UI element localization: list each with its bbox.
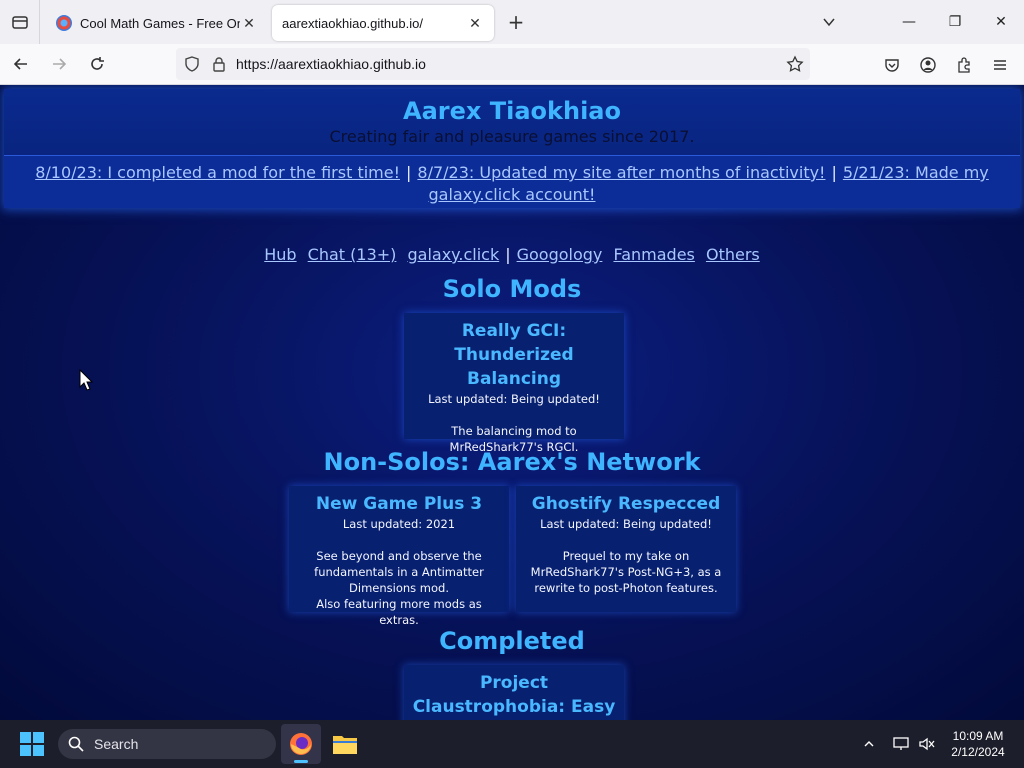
link-separator: |	[505, 245, 511, 264]
tab-cool-math-games[interactable]: Cool Math Games - Free Online ✕	[46, 5, 268, 41]
tab-aarex[interactable]: aarextiaokhiao.github.io/ ✕	[272, 5, 494, 41]
forward-arrow-icon	[53, 58, 67, 70]
close-tab-icon[interactable]: ✕	[466, 14, 484, 32]
link-fanmades[interactable]: Fanmades	[613, 245, 694, 264]
back-arrow-icon	[13, 58, 27, 70]
news-separator: |	[406, 163, 412, 182]
search-placeholder: Search	[94, 736, 139, 752]
search-icon	[68, 736, 84, 752]
pocket-icon[interactable]	[874, 44, 910, 85]
folder-icon	[333, 736, 357, 754]
card-title: New Game Plus 3	[315, 494, 483, 514]
mod-card-new-game-plus-3[interactable]: New Game Plus 3 Last updated: 2021 See b…	[289, 486, 509, 627]
news-link-site-updated[interactable]: 8/7/23: Updated my site after months of …	[417, 163, 825, 182]
section-title-solo-mods: Solo Mods	[442, 275, 582, 303]
card-last-updated: Last updated: Being updated!	[540, 517, 712, 531]
card-title: Project Claustrophobia: Easy Mode	[412, 673, 616, 717]
card-description: See beyond and observe the fundamentals …	[314, 549, 484, 595]
link-googology[interactable]: Googology	[517, 245, 603, 264]
card-last-updated: Last updated: Being updated!	[428, 392, 600, 406]
show-hidden-icons-chevron-icon[interactable]	[858, 720, 880, 768]
menu-hamburger-icon[interactable]	[982, 44, 1018, 85]
link-others[interactable]: Others	[706, 245, 760, 264]
back-button[interactable]	[4, 47, 38, 81]
cool-math-favicon-icon	[56, 15, 72, 31]
clock-date: 2/12/2024	[951, 745, 1005, 759]
firefox-icon	[290, 733, 312, 755]
minimize-button[interactable]: —	[886, 0, 932, 44]
extensions-icon[interactable]	[946, 44, 982, 85]
firefox-taskbar-button[interactable]	[281, 724, 321, 764]
site-nav-links: Hub Chat (13+) galaxy.click | Googology Fa…	[0, 245, 1024, 264]
link-hub[interactable]: Hub	[264, 245, 296, 264]
close-window-button[interactable]: ✕	[978, 0, 1024, 44]
page-viewport: Aarex Tiaokhiao Creating fair and pleasu…	[0, 85, 1024, 720]
tab-list-button[interactable]	[0, 0, 40, 44]
taskbar-search[interactable]: Search	[58, 729, 276, 759]
windows-taskbar: Search 10:09 AM 2/12/2024	[0, 720, 1024, 768]
card-description: Prequel to my take on MrRedShark77's Pos…	[530, 549, 722, 595]
volume-muted-icon[interactable]	[916, 720, 938, 768]
link-galaxy-click[interactable]: galaxy.click	[408, 245, 500, 264]
card-description-extra: Also featuring more mods as extras.	[316, 597, 482, 627]
mouse-cursor-icon	[79, 369, 93, 391]
system-clock[interactable]: 10:09 AM 2/12/2024	[938, 728, 1018, 760]
tab-title: Cool Math Games - Free Online	[80, 15, 240, 31]
card-title: Ghostify Respecced	[531, 494, 721, 514]
network-icon[interactable]	[890, 720, 912, 768]
windows-start-icon[interactable]	[20, 732, 44, 756]
section-title-non-solos: Non-Solos: Aarex's Network	[323, 448, 701, 476]
close-tab-icon[interactable]: ✕	[240, 14, 258, 32]
mod-card-really-gci[interactable]: Really GCI: Thunderized Balancing Last u…	[404, 313, 624, 454]
tab-list-icon	[11, 16, 28, 29]
site-title: Aarex Tiaokhiao	[403, 97, 621, 125]
section-title-completed: Completed	[439, 627, 585, 655]
restore-button[interactable]: ❐	[932, 0, 978, 44]
mod-card-ghostify-respecced[interactable]: Ghostify Respecced Last updated: Being u…	[516, 486, 736, 612]
account-icon[interactable]	[910, 44, 946, 85]
link-chat[interactable]: Chat (13+)	[308, 245, 397, 264]
new-tab-button[interactable]: +	[500, 6, 532, 38]
news-bar: 8/10/23: I completed a mod for the first…	[4, 155, 1020, 208]
tab-title: aarextiaokhiao.github.io/	[282, 15, 423, 31]
address-bar[interactable]: https://aarextiaokhiao.github.io	[176, 48, 810, 80]
reload-icon	[91, 57, 104, 70]
browser-tab-strip: Cool Math Games - Free Online ✕ aarextia…	[0, 0, 1024, 44]
clock-time: 10:09 AM	[952, 729, 1004, 743]
list-all-tabs-icon[interactable]	[806, 0, 852, 44]
news-link-mod-completed[interactable]: 8/10/23: I completed a mod for the first…	[35, 163, 400, 182]
card-title: Really GCI: Thunderized Balancing	[454, 321, 574, 389]
shield-icon[interactable]	[184, 56, 200, 72]
file-explorer-taskbar-button[interactable]	[325, 724, 365, 764]
url-text: https://aarextiaokhiao.github.io	[236, 56, 426, 72]
lock-icon[interactable]	[212, 56, 226, 72]
news-separator: |	[831, 163, 837, 182]
site-header: Aarex Tiaokhiao Creating fair and pleasu…	[4, 89, 1020, 208]
card-last-updated: Last updated: 2021	[342, 517, 456, 531]
mod-card-project-claustrophobia[interactable]: Project Claustrophobia: Easy Mode	[404, 665, 624, 720]
bookmark-star-icon[interactable]	[786, 55, 804, 73]
navigation-toolbar: https://aarextiaokhiao.github.io	[0, 44, 1024, 85]
site-subtitle: Creating fair and pleasure games since 2…	[329, 127, 695, 146]
reload-button[interactable]	[80, 47, 114, 81]
forward-button[interactable]	[42, 47, 76, 81]
